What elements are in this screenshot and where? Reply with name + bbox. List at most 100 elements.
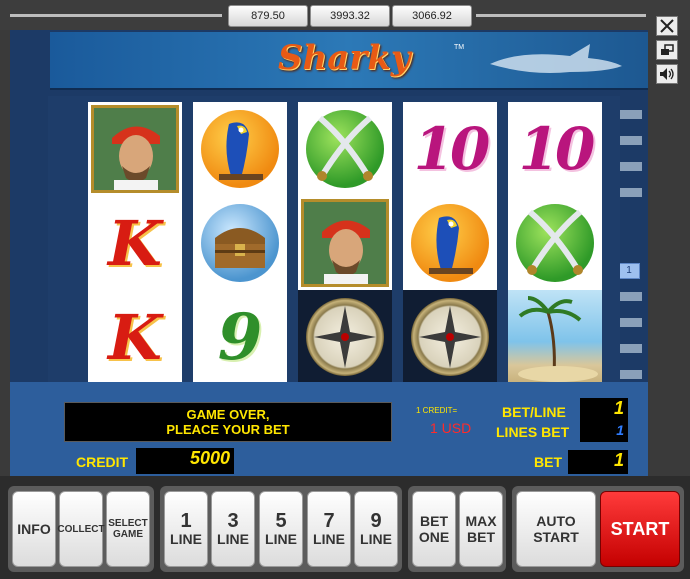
button-group-lines: 1 LINE 3 LINE 5 LINE 7 LINE 9 LINE: [160, 486, 402, 572]
line-7-button[interactable]: 7 LINE: [307, 491, 351, 567]
bet-per-line-label: BET/LINE: [502, 404, 566, 420]
button-group-start: AUTO START START: [512, 486, 684, 572]
top-counter-1: 879.50: [228, 5, 308, 27]
collect-button-label: COLLECT: [57, 523, 105, 535]
reel-2: 9: [193, 102, 287, 384]
bet-one-line-2: ONE: [418, 529, 450, 545]
line-9-word: LINE: [360, 531, 392, 547]
slot-machine: Sharky TM 1 1: [10, 30, 648, 476]
crossed-swords-icon: [527, 209, 583, 275]
line-3-button[interactable]: 3 LINE: [211, 491, 255, 567]
auto-start-button[interactable]: AUTO START: [516, 491, 596, 567]
close-icon[interactable]: [656, 16, 678, 36]
letter-k-glyph: K: [108, 300, 162, 374]
window-restore-icon[interactable]: [656, 40, 678, 60]
message-line-2: PLEACE YOUR BET: [166, 422, 290, 437]
max-bet-line-2: BET: [467, 529, 495, 545]
max-bet-button[interactable]: MAX BET: [459, 491, 503, 567]
max-bet-line-1: MAX: [465, 513, 497, 529]
start-button-label: START: [610, 519, 670, 539]
denomination-value: 1 USD: [430, 420, 472, 436]
denomination-label: 1 CREDIT=: [416, 406, 458, 415]
reel-5: 10: [508, 102, 602, 384]
symbol-beach-island: [508, 290, 602, 384]
parrot-icon: [219, 122, 263, 180]
credit-value: 5000: [136, 448, 234, 474]
bet-value: 1: [568, 450, 628, 474]
symbol-compass: [403, 290, 497, 384]
auto-start-line-1: AUTO: [536, 513, 576, 529]
line-1-number: 1: [180, 510, 192, 532]
trademark: TM: [454, 44, 465, 51]
line-5-word: LINE: [265, 531, 297, 547]
select-game-line-1: SELECT: [108, 518, 148, 529]
digit-10-glyph: 10: [413, 115, 491, 183]
bet-one-button[interactable]: BET ONE: [412, 491, 456, 567]
button-group-bet: BET ONE MAX BET: [408, 486, 506, 572]
line-1-word: LINE: [170, 531, 202, 547]
line-7-word: LINE: [313, 531, 345, 547]
line-3-number: 3: [227, 510, 239, 532]
top-counter-3: 3066.92: [392, 5, 472, 27]
symbol-parrot: [193, 102, 287, 196]
line-1-button[interactable]: 1 LINE: [164, 491, 208, 567]
message-display: GAME OVER, PLEACE YOUR BET: [64, 402, 392, 442]
treasure-chest-icon: [215, 228, 265, 268]
reel-4: 10: [403, 102, 497, 384]
start-button[interactable]: START: [600, 491, 680, 567]
symbol-10: 10: [508, 102, 602, 196]
info-button[interactable]: INFO: [12, 491, 56, 567]
symbol-pirate: [88, 102, 182, 196]
compass-icon: [419, 306, 481, 368]
select-game-line-2: GAME: [113, 529, 143, 540]
select-game-button[interactable]: SELECT GAME: [106, 491, 150, 567]
speaker-icon[interactable]: [656, 64, 678, 84]
credit-label: CREDIT: [76, 454, 129, 470]
bet-label: BET: [534, 454, 562, 470]
button-group-menu: INFO COLLECT SELECT GAME: [8, 486, 154, 572]
speaker-icon-glyph: [660, 68, 674, 80]
symbol-compass: [298, 290, 392, 384]
line-9-number: 9: [370, 510, 382, 532]
reel-1: K K: [88, 102, 182, 384]
info-panel: GAME OVER, PLEACE YOUR BET 1 CREDIT= 1 U…: [10, 382, 648, 476]
symbol-treasure-chest: [193, 196, 287, 290]
pirate-icon: [304, 202, 386, 284]
lines-bet-value: 1: [580, 422, 628, 442]
symbol-parrot: [403, 196, 497, 290]
line-3-word: LINE: [217, 531, 249, 547]
bet-one-line-1: BET: [420, 513, 448, 529]
compass-icon: [314, 306, 376, 368]
digit-10-glyph: 10: [518, 115, 596, 183]
symbol-crossed-swords: [508, 196, 602, 290]
lines-bet-label: LINES BET: [496, 424, 570, 440]
top-divider-left: [10, 14, 222, 17]
reels: K K 9 10 10: [48, 96, 620, 384]
bet-per-line-value: 1: [580, 398, 628, 422]
game-banner: Sharky TM: [50, 32, 648, 90]
game-logo: Sharky: [278, 38, 411, 78]
close-icon-glyph: [660, 19, 674, 33]
control-bar: INFO COLLECT SELECT GAME 1 LINE 3 LINE 5…: [0, 476, 690, 579]
pirate-icon: [94, 108, 176, 190]
top-divider-right: [476, 14, 646, 17]
crossed-swords-icon: [317, 115, 373, 181]
line-7-number: 7: [323, 510, 335, 532]
symbol-k: K: [88, 290, 182, 384]
top-counter-2: 3993.32: [310, 5, 390, 27]
letter-k-glyph: K: [108, 206, 162, 280]
symbol-9: 9: [193, 290, 287, 384]
reel-3: [298, 102, 392, 384]
collect-button[interactable]: COLLECT: [57, 491, 105, 567]
symbol-k: K: [88, 196, 182, 290]
parrot-icon: [429, 216, 473, 274]
right-line-marker: 1: [618, 263, 640, 279]
top-bar: 879.50 3993.32 3066.92: [0, 0, 690, 30]
palm-tree-icon: [518, 296, 598, 382]
line-5-button[interactable]: 5 LINE: [259, 491, 303, 567]
digit-9-glyph: 9: [217, 299, 263, 375]
auto-start-line-2: START: [533, 529, 579, 545]
symbol-10: 10: [403, 102, 497, 196]
line-9-button[interactable]: 9 LINE: [354, 491, 398, 567]
message-line-1: GAME OVER,: [186, 407, 270, 422]
